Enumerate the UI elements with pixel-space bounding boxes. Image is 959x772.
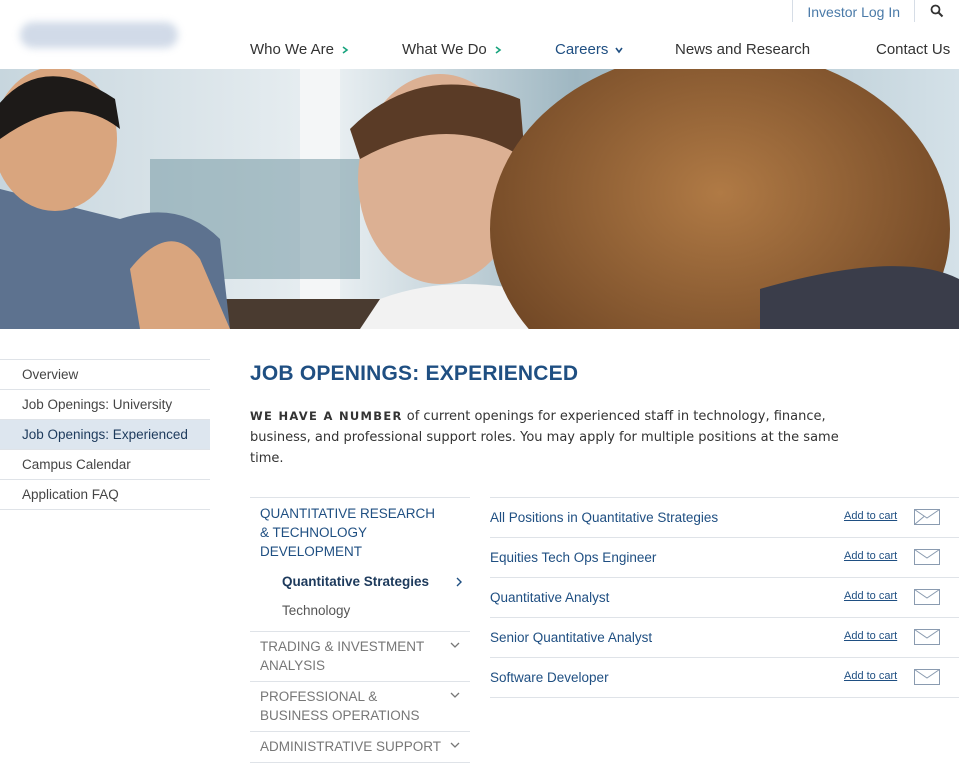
subcategory-quant-strategies[interactable]: Quantitative Strategies [250,567,470,596]
category-label: ADMINISTRATIVE SUPPORT [260,739,442,754]
sidebar-item-experienced[interactable]: Job Openings: Experienced [0,420,210,450]
category-label: QUANTITATIVE RESEARCH & TECHNOLOGY DEVEL… [260,506,436,559]
add-to-cart-link[interactable]: Add to cart [844,590,897,602]
chevron-down-icon [450,692,460,698]
add-to-cart-link[interactable]: Add to cart [844,510,897,522]
job-list: All Positions in Quantitative Strategies… [490,497,959,698]
investor-login-link[interactable]: Investor Log In [792,0,915,22]
job-title-link[interactable]: All Positions in Quantitative Strategies [490,510,718,525]
job-title-link[interactable]: Senior Quantitative Analyst [490,630,652,645]
nav-label: News and Research [675,41,811,58]
category-label: TRADING & INVESTMENT ANALYSIS [260,639,425,673]
chevron-right-icon [495,45,502,54]
job-row: Equities Tech Ops Engineer Add to cart [490,538,959,578]
category-quant-research[interactable]: QUANTITATIVE RESEARCH & TECHNOLOGY DEVEL… [250,498,470,632]
nav-label: What We Do [402,41,487,58]
intro-text: WE HAVE A NUMBER of current openings for… [250,406,860,469]
envelope-icon[interactable] [914,549,940,565]
category-label: SUPPORT [250,763,470,772]
nav-label: Who We Are [250,41,334,58]
job-row: Software Developer Add to cart [490,658,959,698]
nav-label: Careers [555,41,609,58]
nav-careers[interactable]: Careers [555,41,624,58]
chevron-right-icon [342,45,349,54]
chevron-down-icon [450,642,460,648]
hero-image [0,69,959,329]
sidebar-nav: Overview Job Openings: University Job Op… [0,359,210,510]
main-nav: Who We Are What We Do Careers News and R… [0,41,959,61]
add-to-cart-link[interactable]: Add to cart [844,550,897,562]
job-row: Quantitative Analyst Add to cart [490,578,959,618]
subcategory-label: Technology [282,603,351,618]
subcategory-technology[interactable]: Technology [250,596,470,625]
category-label: PROFESSIONAL & BUSINESS OPERATIONS [260,689,420,723]
job-title-link[interactable]: Software Developer [490,670,609,685]
sidebar-item-university[interactable]: Job Openings: University [0,390,210,420]
category-support[interactable]: SUPPORT [250,763,470,772]
category-admin-support[interactable]: ADMINISTRATIVE SUPPORT [250,732,470,763]
chevron-down-icon [450,742,460,748]
search-button[interactable] [915,0,959,22]
envelope-icon[interactable] [914,589,940,605]
sidebar-item-campus-calendar[interactable]: Campus Calendar [0,450,210,480]
intro-lead: WE HAVE A NUMBER [250,409,403,423]
subcategory-label: Quantitative Strategies [282,574,430,589]
envelope-icon[interactable] [914,629,940,645]
sidebar-item-overview[interactable]: Overview [0,360,210,390]
envelope-icon[interactable] [914,669,940,685]
nav-contact-us[interactable]: Contact Us [876,41,950,58]
chevron-down-icon [615,47,623,53]
job-title-link[interactable]: Quantitative Analyst [490,590,609,605]
job-row: All Positions in Quantitative Strategies… [490,498,959,538]
add-to-cart-link[interactable]: Add to cart [844,630,897,642]
chevron-right-icon [456,577,462,587]
sidebar-item-faq[interactable]: Application FAQ [0,480,210,510]
category-trading[interactable]: TRADING & INVESTMENT ANALYSIS [250,632,470,682]
nav-what-we-do[interactable]: What We Do [402,41,503,58]
nav-news-research[interactable]: News and Research [675,41,810,58]
add-to-cart-link[interactable]: Add to cart [844,670,897,682]
category-professional[interactable]: PROFESSIONAL & BUSINESS OPERATIONS [250,682,470,732]
utility-bar: Investor Log In [792,0,959,22]
job-row: Senior Quantitative Analyst Add to cart [490,618,959,658]
category-list: QUANTITATIVE RESEARCH & TECHNOLOGY DEVEL… [250,497,470,772]
envelope-icon[interactable] [914,509,940,525]
search-icon [930,4,944,18]
page-title: JOB OPENINGS: EXPERIENCED [250,362,579,385]
nav-label: Contact Us [876,41,951,58]
nav-who-we-are[interactable]: Who We Are [250,41,350,58]
job-title-link[interactable]: Equities Tech Ops Engineer [490,550,656,565]
